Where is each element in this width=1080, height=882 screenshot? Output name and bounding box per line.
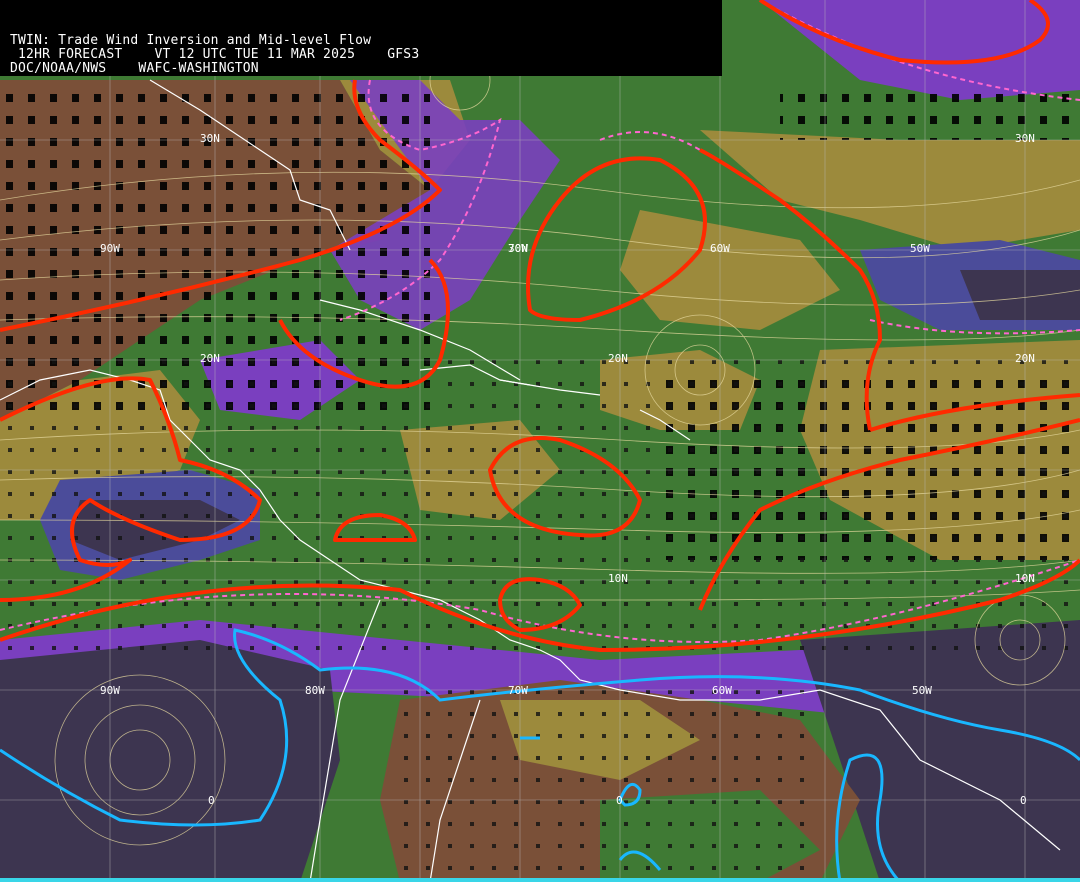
eq-label-a: 0: [208, 794, 215, 807]
eq-label-b: 0: [616, 794, 623, 807]
lon-label-90w-n: 90W: [100, 242, 120, 255]
lat-label-20n-w: 20N: [200, 352, 220, 365]
header-agency-line: DOC/NOAA/NWS WAFC-WASHINGTON: [10, 61, 259, 76]
lat-label-20n-e: 20N: [1015, 352, 1035, 365]
header-title: TWIN: Trade Wind Inversion and Mid-level…: [10, 33, 372, 48]
lon-label-80w-s: 80W: [305, 684, 325, 697]
lon-label-70w-s: 70W: [508, 684, 528, 697]
lat-label-30n-w: 30N: [200, 132, 220, 145]
forecast-map: 30N 30N 30N 20N 20N 20N 10N 10N 90W 70W …: [0, 0, 1080, 882]
lat-label-10n-e: 10N: [1015, 572, 1035, 585]
header-forecast-line: 12HR FORECAST VT 12 UTC TUE 11 MAR 2025 …: [10, 47, 420, 62]
eq-label-c: 0: [1020, 794, 1027, 807]
lon-label-60w-s: 60W: [712, 684, 732, 697]
lon-label-50w-n: 50W: [910, 242, 930, 255]
header-box: TWIN: Trade Wind Inversion and Mid-level…: [0, 0, 722, 76]
lat-label-30n-e: 30N: [1015, 132, 1035, 145]
lat-label-10n-c: 10N: [608, 572, 628, 585]
lon-label-70w-n: 70W: [508, 242, 528, 255]
lat-label-20n-c: 20N: [608, 352, 628, 365]
lon-label-90w-s: 90W: [100, 684, 120, 697]
bottom-border: [0, 878, 1080, 882]
lon-label-50w-s: 50W: [912, 684, 932, 697]
lon-label-60w-n: 60W: [710, 242, 730, 255]
